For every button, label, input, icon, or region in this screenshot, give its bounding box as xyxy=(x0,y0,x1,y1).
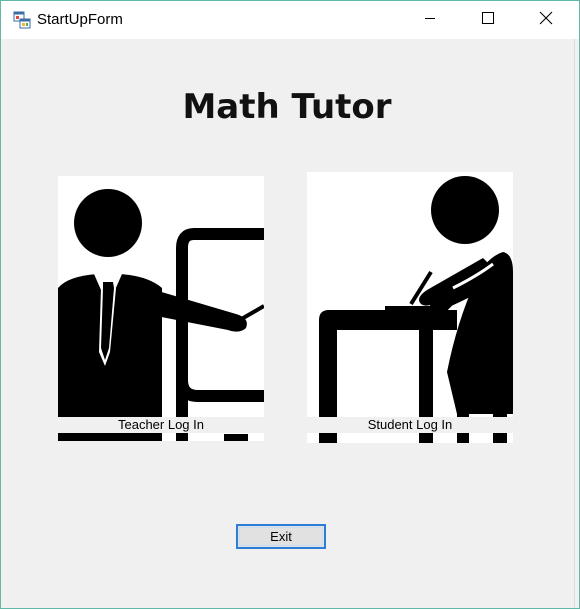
minimize-icon xyxy=(424,11,436,29)
student-login-picture[interactable]: Student Log In xyxy=(307,172,513,443)
teacher-login-picture[interactable]: Teacher Log In xyxy=(58,176,264,441)
close-icon xyxy=(539,11,553,30)
title-bar[interactable]: StartUpForm xyxy=(1,1,579,39)
window-title: StartUpForm xyxy=(37,11,123,28)
close-button[interactable] xyxy=(517,1,575,39)
student-pictogram xyxy=(319,176,513,443)
startup-form-window: StartUpForm Math Tutor Teacher Log In St… xyxy=(0,0,580,609)
minimize-button[interactable] xyxy=(401,1,459,39)
student-login-label[interactable]: Student Log In xyxy=(307,417,513,433)
maximize-button[interactable] xyxy=(459,1,517,39)
vertical-scrollbar-edge xyxy=(574,39,579,608)
teacher-pictogram xyxy=(58,189,264,441)
maximize-icon xyxy=(482,11,494,29)
app-form-icon xyxy=(13,11,31,29)
exit-button-focus-ring xyxy=(239,527,323,546)
page-title: Math Tutor xyxy=(182,87,392,127)
exit-button[interactable]: Exit xyxy=(236,524,326,549)
teacher-login-label[interactable]: Teacher Log In xyxy=(58,417,264,433)
